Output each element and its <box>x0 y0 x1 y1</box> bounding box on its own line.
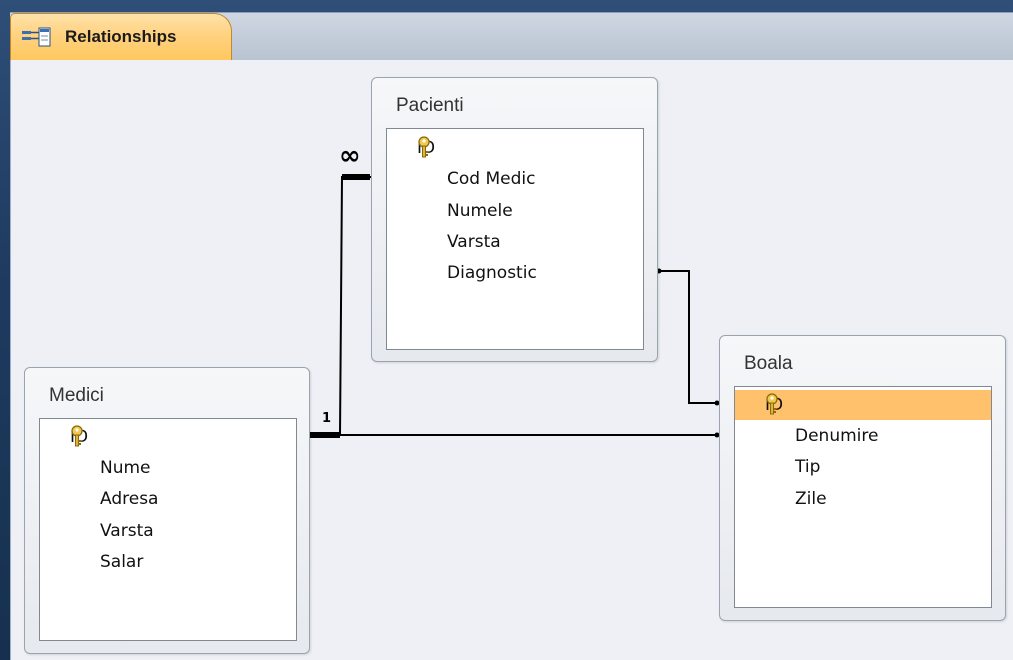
field-row[interactable]: Numele <box>387 198 643 224</box>
field-row[interactable]: ID <box>40 424 296 450</box>
field-name: Zile <box>795 489 827 509</box>
field-row[interactable]: ID <box>387 135 643 161</box>
field-name: Tip <box>795 457 821 477</box>
field-name: Varsta <box>447 232 501 252</box>
field-row[interactable]: Denumire <box>735 423 991 449</box>
table-medici[interactable]: Medici ID Nume Adresa Varsta Salar <box>24 367 310 654</box>
table-boala[interactable]: Boala ID Denumire Tip Zile <box>719 335 1006 621</box>
field-list[interactable]: ID Cod Medic Numele Varsta Diagnostic <box>386 128 644 350</box>
key-icon <box>40 424 100 450</box>
field-row[interactable]: Nume <box>40 455 296 481</box>
field-row[interactable]: Adresa <box>40 486 296 512</box>
table-title: Medici <box>49 385 104 406</box>
field-name: Salar <box>100 552 144 572</box>
table-pacienti[interactable]: Pacienti ID Cod Medic Numele Varsta Diag… <box>371 77 658 362</box>
field-name: Cod Medic <box>447 169 536 189</box>
access-window: Relationships ∞ 1 Pacienti ID Cod Medic … <box>0 0 1013 660</box>
field-row[interactable]: Cod Medic <box>387 166 643 192</box>
key-icon <box>387 135 447 161</box>
field-row[interactable]: Zile <box>735 486 991 512</box>
field-name: Numele <box>447 201 513 221</box>
field-row[interactable]: Salar <box>40 549 296 575</box>
field-name: Diagnostic <box>447 263 537 283</box>
field-list[interactable]: ID Nume Adresa Varsta Salar <box>39 418 297 641</box>
field-row[interactable]: Diagnostic <box>387 260 643 286</box>
field-row[interactable]: Tip <box>735 454 991 480</box>
table-title: Boala <box>744 353 793 374</box>
field-row[interactable]: Varsta <box>40 518 296 544</box>
field-name: Nume <box>100 458 151 478</box>
field-row[interactable]: Varsta <box>387 229 643 255</box>
table-title: Pacienti <box>396 95 464 116</box>
field-name: Varsta <box>100 521 154 541</box>
field-name: Adresa <box>100 489 159 509</box>
cardinality-many: ∞ <box>339 141 361 171</box>
relationship-line-pacienti-boala <box>658 270 718 404</box>
field-list[interactable]: ID Denumire Tip Zile <box>734 386 992 608</box>
key-icon <box>735 392 795 418</box>
cardinality-one: 1 <box>322 411 332 426</box>
field-name: Denumire <box>795 426 879 446</box>
field-row-selected[interactable]: ID <box>735 390 991 420</box>
